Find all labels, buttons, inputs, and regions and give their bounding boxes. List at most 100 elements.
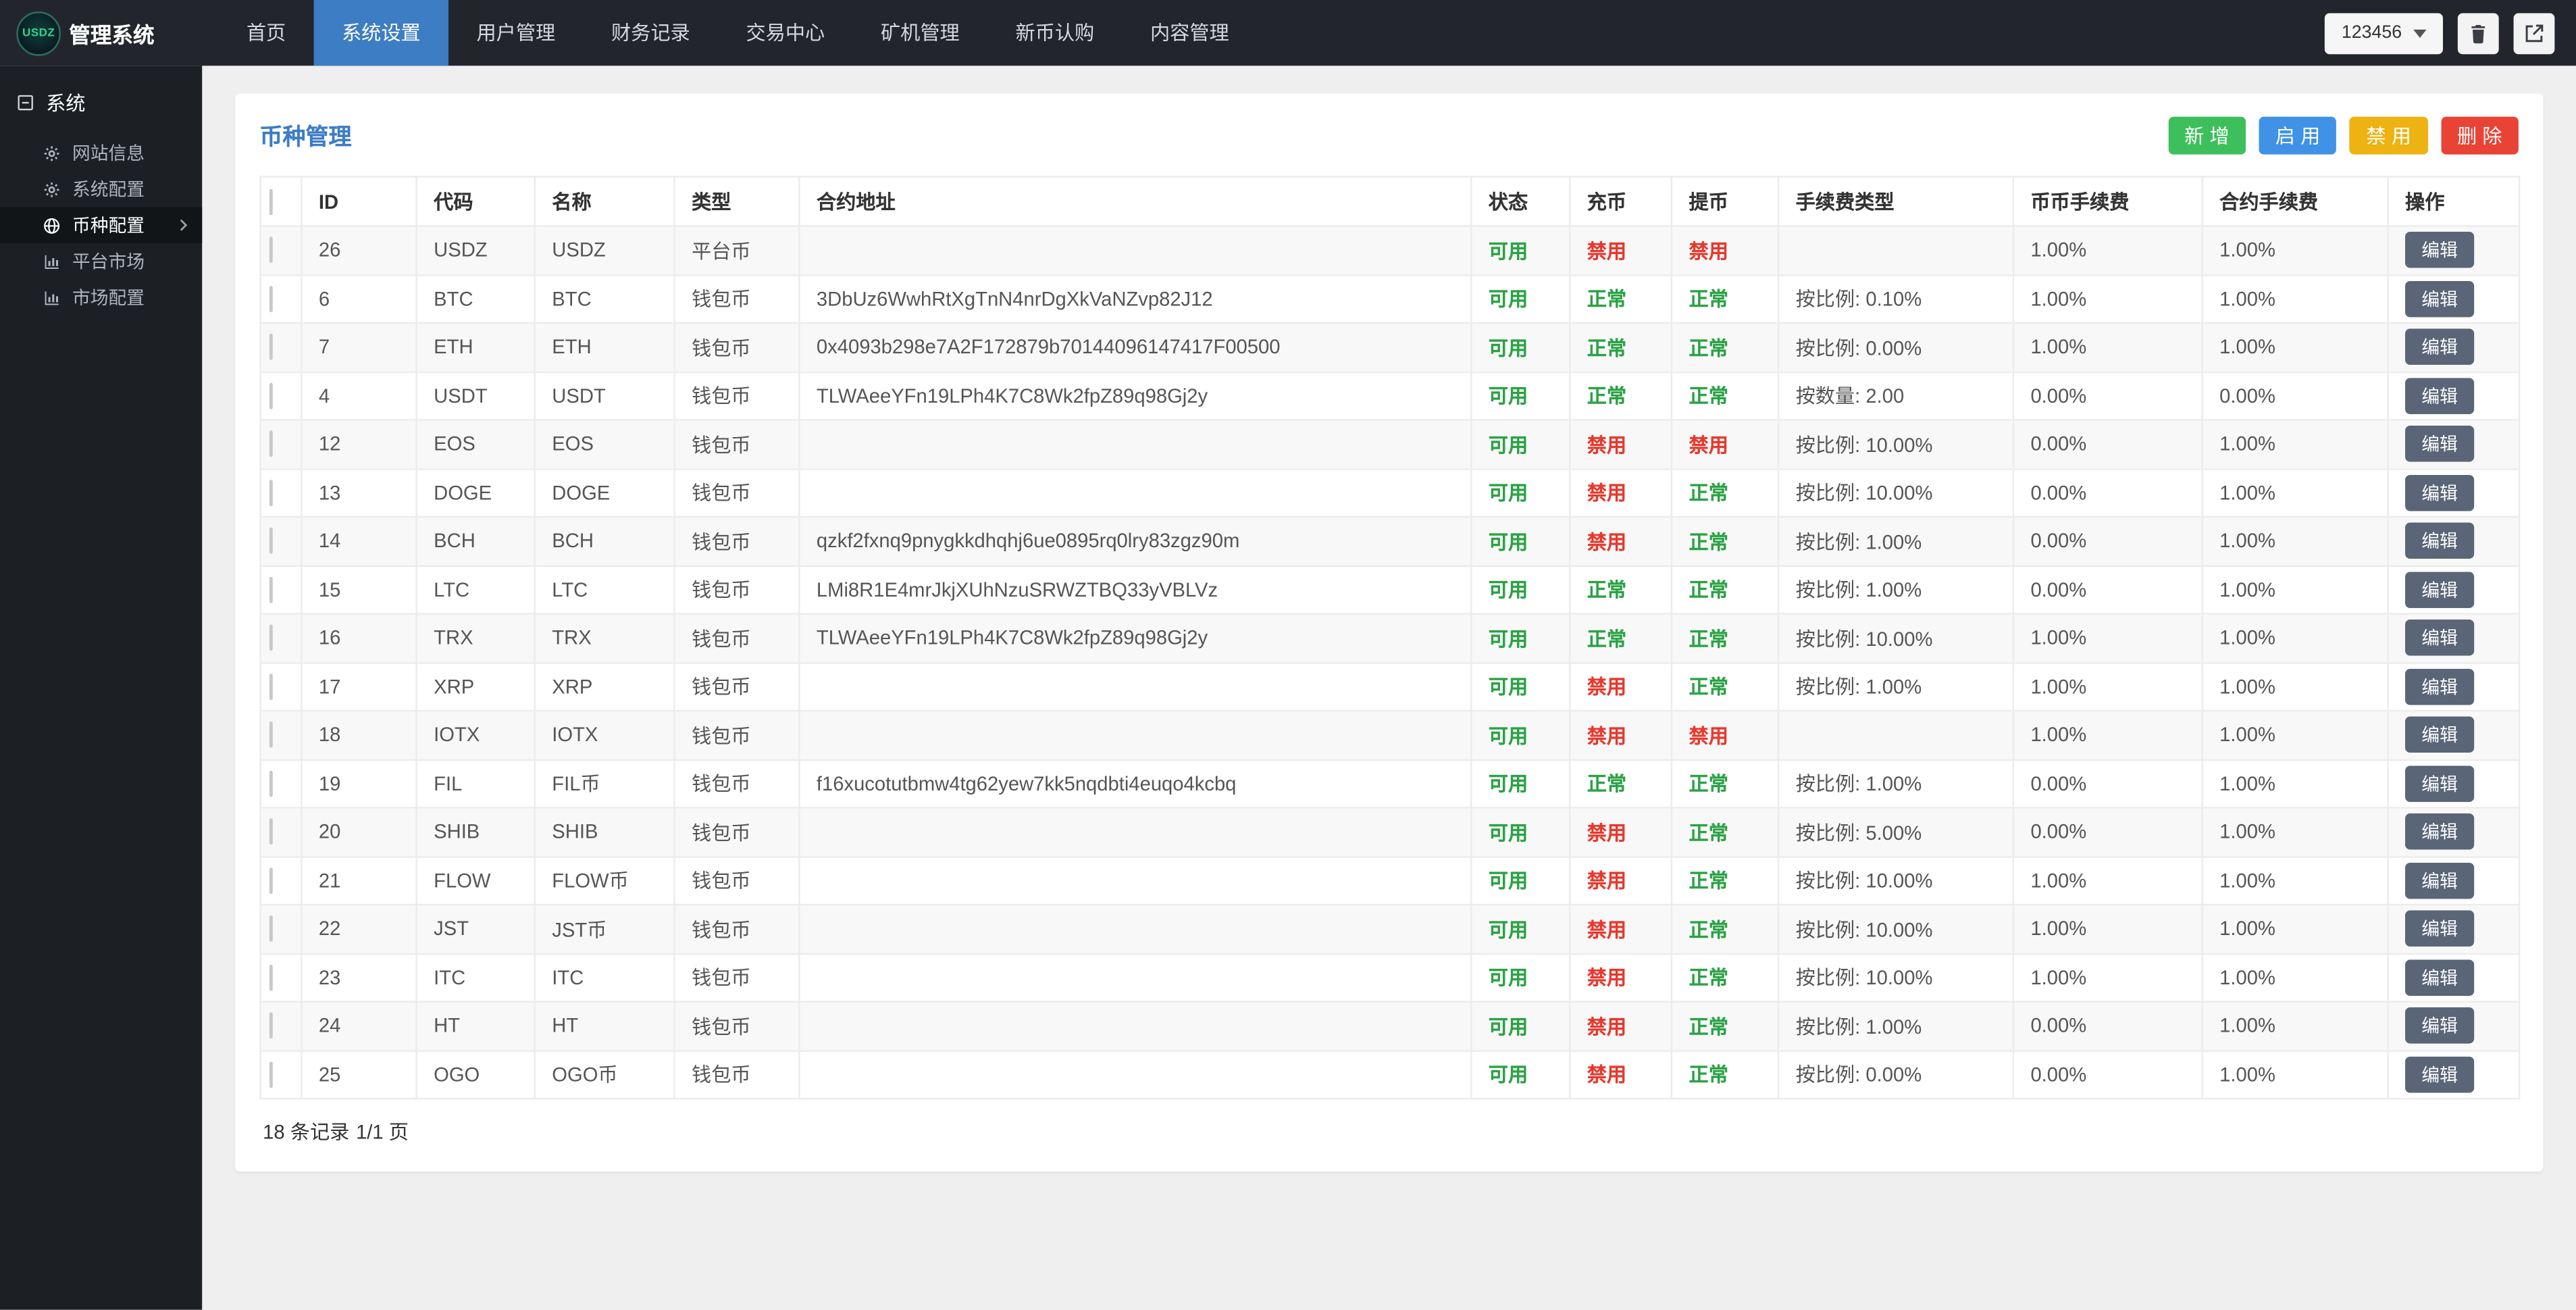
cell-actions: 编辑 (2388, 953, 2519, 1002)
nav-item-content-management[interactable]: 内容管理 (1123, 0, 1257, 66)
edit-button[interactable]: 编辑 (2405, 572, 2474, 608)
edit-button[interactable]: 编辑 (2405, 765, 2474, 802)
row-checkbox[interactable] (269, 286, 273, 312)
table-row: 15LTCLTC钱包币LMi8R1E4mrJkjXUhNzuSRWZTBQ33y… (261, 565, 2520, 614)
cell-contract (799, 808, 1471, 857)
cell-contract-fee: 1.00% (2203, 759, 2388, 808)
user-menu-button[interactable]: 123456 (2325, 12, 2443, 53)
edit-button[interactable]: 编辑 (2405, 814, 2474, 851)
add-button[interactable]: 新 增 (2168, 117, 2246, 155)
trash-button[interactable] (2458, 12, 2499, 53)
row-checkbox[interactable] (269, 915, 273, 942)
row-checkbox[interactable] (269, 1013, 273, 1039)
chart-icon (43, 288, 61, 307)
edit-button[interactable]: 编辑 (2405, 280, 2474, 317)
sidebar-item-system-config[interactable]: 系统配置 (0, 171, 202, 207)
cell-code: FLOW (417, 856, 535, 905)
cell-withdraw: 禁用 (1672, 711, 1778, 759)
edit-button[interactable]: 编辑 (2405, 329, 2474, 366)
cell-withdraw: 正常 (1672, 808, 1778, 857)
cell-deposit: 禁用 (1570, 1050, 1672, 1099)
edit-button[interactable]: 编辑 (2405, 668, 2474, 705)
edit-button[interactable]: 编辑 (2405, 426, 2474, 463)
edit-button[interactable]: 编辑 (2405, 1008, 2474, 1044)
edit-button[interactable]: 编辑 (2405, 523, 2474, 559)
delete-button[interactable]: 删 除 (2441, 117, 2519, 155)
cell-actions: 编辑 (2388, 711, 2519, 759)
cell-select (261, 759, 302, 808)
nav-item-home[interactable]: 首页 (219, 0, 314, 66)
logout-button[interactable] (2514, 12, 2555, 53)
row-checkbox[interactable] (269, 1061, 273, 1088)
nav-item-system-settings[interactable]: 系统设置 (314, 0, 448, 66)
row-checkbox[interactable] (269, 964, 273, 990)
row-checkbox[interactable] (269, 576, 273, 603)
row-checkbox[interactable] (269, 528, 273, 554)
row-checkbox[interactable] (269, 334, 273, 360)
select-all-checkbox[interactable] (269, 188, 273, 215)
cell-deposit: 禁用 (1570, 517, 1672, 565)
edit-button[interactable]: 编辑 (2405, 1056, 2474, 1092)
sidebar: 系统 网站信息系统配置币种配置平台市场市场配置 (0, 66, 202, 1309)
cell-coin-fee: 0.00% (2013, 1050, 2203, 1099)
table-row: 14BCHBCH钱包币qzkf2fxnq9pnygkkdhqhj6ue0895r… (261, 517, 2520, 565)
cell-id: 4 (301, 372, 416, 420)
sidebar-item-site-info[interactable]: 网站信息 (0, 134, 202, 171)
disable-button[interactable]: 禁 用 (2350, 117, 2427, 155)
sidebar-item-platform-market[interactable]: 平台市场 (0, 243, 202, 280)
table-header: ID代码名称类型合约地址状态充币提币手续费类型币币手续费合约手续费操作 (261, 176, 2520, 226)
row-checkbox[interactable] (269, 819, 273, 845)
edit-button[interactable]: 编辑 (2405, 474, 2474, 511)
cell-coin-fee: 1.00% (2013, 323, 2203, 372)
sidebar-item-currency-config[interactable]: 币种配置 (0, 207, 202, 243)
column-header: 合约地址 (799, 176, 1471, 226)
cell-code: BCH (417, 517, 535, 565)
cell-select (261, 856, 302, 905)
row-checkbox[interactable] (269, 770, 273, 797)
cell-contract-fee: 1.00% (2203, 1050, 2388, 1099)
edit-button[interactable]: 编辑 (2405, 717, 2474, 753)
sidebar-menu: 网站信息系统配置币种配置平台市场市场配置 (0, 134, 202, 316)
user-menu-label: 123456 (2342, 23, 2402, 43)
edit-button[interactable]: 编辑 (2405, 232, 2474, 269)
cell-withdraw: 正常 (1672, 905, 1778, 953)
table-row: 23ITCITC钱包币可用禁用正常按比例: 10.00%1.00%1.00%编辑 (261, 953, 2520, 1002)
card-header: 币种管理 新 增启 用禁 用删 除 (259, 94, 2519, 176)
nav-item-trade-center[interactable]: 交易中心 (718, 0, 852, 66)
enable-button[interactable]: 启 用 (2259, 117, 2336, 155)
nav-item-finance-records[interactable]: 财务记录 (584, 0, 718, 66)
cell-contract: TLWAeeYFn19LPh4K7C8Wk2fpZ89q98Gj2y (799, 614, 1471, 663)
cell-contract (799, 1050, 1471, 1099)
edit-button[interactable]: 编辑 (2405, 862, 2474, 899)
cell-coin-fee: 1.00% (2013, 226, 2203, 274)
row-checkbox[interactable] (269, 625, 273, 651)
chart-icon (43, 252, 61, 270)
currency-management-card: 币种管理 新 增启 用禁 用删 除 ID代码名称类型合约地址状态充币提币手续费类… (235, 94, 2544, 1172)
edit-button[interactable]: 编辑 (2405, 959, 2474, 996)
cell-contract: f16xucotutbmw4tg62yew7kk5nqdbti4euqo4kcb… (799, 759, 1471, 808)
brand-logo: USDZ (16, 11, 61, 55)
row-checkbox[interactable] (269, 674, 273, 700)
cell-withdraw: 正常 (1672, 372, 1778, 420)
table-row: 6BTCBTC钱包币3DbUz6WwhRtXgTnN4nrDgXkVaNZvp8… (261, 274, 2520, 323)
nav-item-new-coin-subscribe[interactable]: 新币认购 (987, 0, 1122, 66)
cell-coin-fee: 0.00% (2013, 420, 2203, 468)
row-checkbox[interactable] (269, 431, 273, 457)
edit-button[interactable]: 编辑 (2405, 378, 2474, 414)
nav-item-miner-management[interactable]: 矿机管理 (853, 0, 987, 66)
row-checkbox[interactable] (269, 722, 273, 748)
row-checkbox[interactable] (269, 382, 273, 409)
edit-button[interactable]: 编辑 (2405, 620, 2474, 657)
cell-type: 钱包币 (675, 953, 800, 1002)
row-checkbox[interactable] (269, 867, 273, 894)
row-checkbox[interactable] (269, 237, 273, 263)
cell-code: EOS (417, 420, 535, 468)
sidebar-item-market-config[interactable]: 市场配置 (0, 280, 202, 316)
cell-id: 12 (301, 420, 416, 468)
row-checkbox[interactable] (269, 480, 273, 506)
edit-button[interactable]: 编辑 (2405, 911, 2474, 947)
cell-fee-type: 按比例: 10.00% (1778, 614, 2013, 663)
sidebar-section-system[interactable]: 系统 (0, 66, 202, 134)
nav-item-user-management[interactable]: 用户管理 (448, 0, 583, 66)
cell-contract (799, 420, 1471, 468)
